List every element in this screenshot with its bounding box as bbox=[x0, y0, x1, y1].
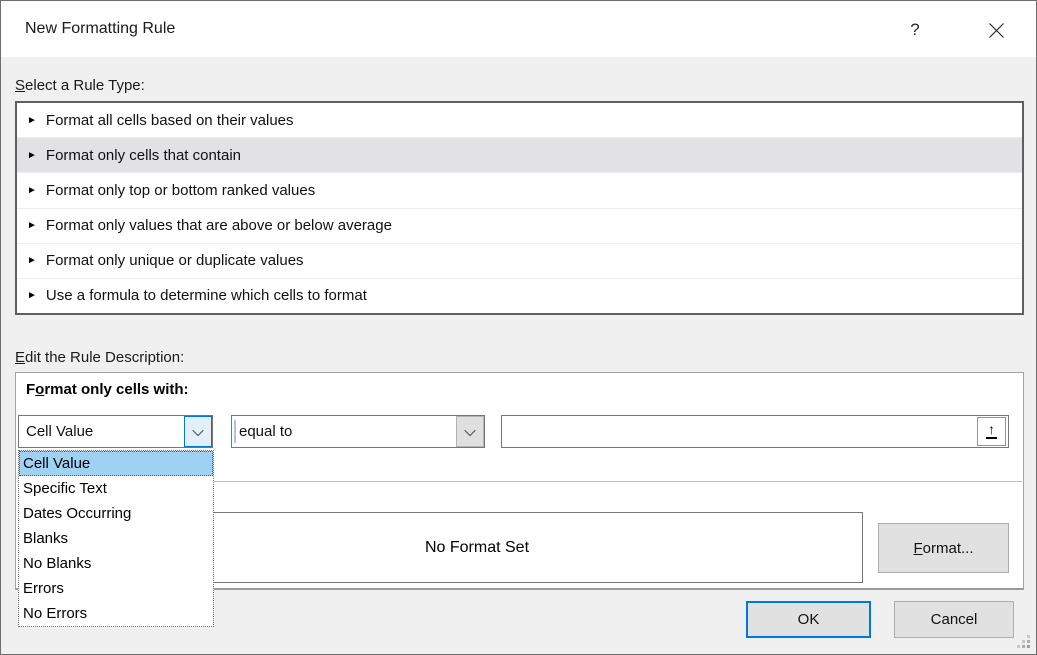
collapse-dialog-icon-bar bbox=[986, 437, 997, 439]
rule-type-item[interactable]: ► Format only top or bottom ranked value… bbox=[17, 173, 1022, 208]
rule-type-item[interactable]: ► Format all cells based on their values bbox=[17, 103, 1022, 138]
dropdown-option[interactable]: No Blanks bbox=[19, 551, 213, 576]
rule-type-listbox: ► Format all cells based on their values… bbox=[15, 101, 1024, 315]
chevron-down-icon bbox=[192, 424, 203, 435]
operator-combobox[interactable]: equal to bbox=[231, 415, 485, 448]
title-bar: New Formatting Rule ? bbox=[1, 1, 1036, 57]
cancel-button[interactable]: Cancel bbox=[894, 601, 1014, 638]
dialog-title: New Formatting Rule bbox=[25, 20, 175, 38]
triangle-right-icon: ► bbox=[27, 186, 37, 196]
ok-button[interactable]: OK bbox=[746, 601, 871, 638]
text-caret bbox=[234, 420, 236, 443]
triangle-right-icon: ► bbox=[27, 291, 37, 301]
cell-value-dropdown-list: Cell Value Specific Text Dates Occurring… bbox=[18, 450, 214, 627]
help-icon: ? bbox=[910, 20, 919, 40]
collapse-dialog-button[interactable]: ↑ bbox=[977, 417, 1006, 446]
rule-type-item-label: Format only unique or duplicate values bbox=[46, 252, 304, 269]
close-button[interactable] bbox=[973, 14, 1019, 46]
rule-type-item-label: Format all cells based on their values bbox=[46, 112, 294, 129]
rule-type-item-label: Use a formula to determine which cells t… bbox=[46, 287, 367, 304]
edit-rule-description-label: Edit the Rule Description: bbox=[15, 349, 184, 366]
rule-type-item-label: Format only values that are above or bel… bbox=[46, 217, 392, 234]
collapse-dialog-icon: ↑ bbox=[988, 424, 995, 435]
chevron-down-icon bbox=[464, 424, 475, 435]
select-rule-type-label: Select a Rule Type: bbox=[15, 77, 145, 94]
triangle-right-icon: ► bbox=[27, 256, 37, 266]
triangle-right-icon: ► bbox=[27, 221, 37, 231]
dropdown-option[interactable]: No Errors bbox=[19, 601, 213, 626]
rule-type-item-label: Format only cells that contain bbox=[46, 147, 241, 164]
rule-type-item[interactable]: ► Format only unique or duplicate values bbox=[17, 244, 1022, 279]
rule-value-input[interactable] bbox=[501, 415, 1009, 448]
rule-type-item-selected[interactable]: ► Format only cells that contain bbox=[17, 138, 1022, 173]
cell-value-combobox[interactable]: Cell Value bbox=[18, 415, 213, 448]
rule-type-item[interactable]: ► Use a formula to determine which cells… bbox=[17, 279, 1022, 313]
triangle-right-icon: ► bbox=[27, 116, 37, 126]
dropdown-option[interactable]: Blanks bbox=[19, 526, 213, 551]
triangle-right-icon: ► bbox=[27, 151, 37, 161]
dropdown-option[interactable]: Errors bbox=[19, 576, 213, 601]
dropdown-option[interactable]: Specific Text bbox=[19, 476, 213, 501]
cell-value-combobox-value: Cell Value bbox=[26, 416, 93, 447]
dropdown-option-selected[interactable]: Cell Value bbox=[19, 451, 213, 476]
format-preview-text: No Format Set bbox=[425, 539, 529, 557]
operator-combobox-value: equal to bbox=[239, 416, 292, 447]
new-formatting-rule-dialog: New Formatting Rule ? Select a Rule Type… bbox=[0, 0, 1037, 655]
operator-combobox-dropdown-button[interactable] bbox=[456, 416, 484, 447]
dropdown-option[interactable]: Dates Occurring bbox=[19, 501, 213, 526]
format-button[interactable]: Format... bbox=[878, 523, 1009, 573]
cell-value-combobox-dropdown-button[interactable] bbox=[184, 416, 212, 447]
rule-type-item[interactable]: ► Format only values that are above or b… bbox=[17, 209, 1022, 244]
format-only-cells-with-label: Format only cells with: bbox=[26, 381, 189, 398]
help-button[interactable]: ? bbox=[894, 15, 936, 45]
rule-type-item-label: Format only top or bottom ranked values bbox=[46, 182, 315, 199]
close-icon bbox=[988, 22, 1005, 39]
resize-grip[interactable] bbox=[1015, 633, 1033, 651]
